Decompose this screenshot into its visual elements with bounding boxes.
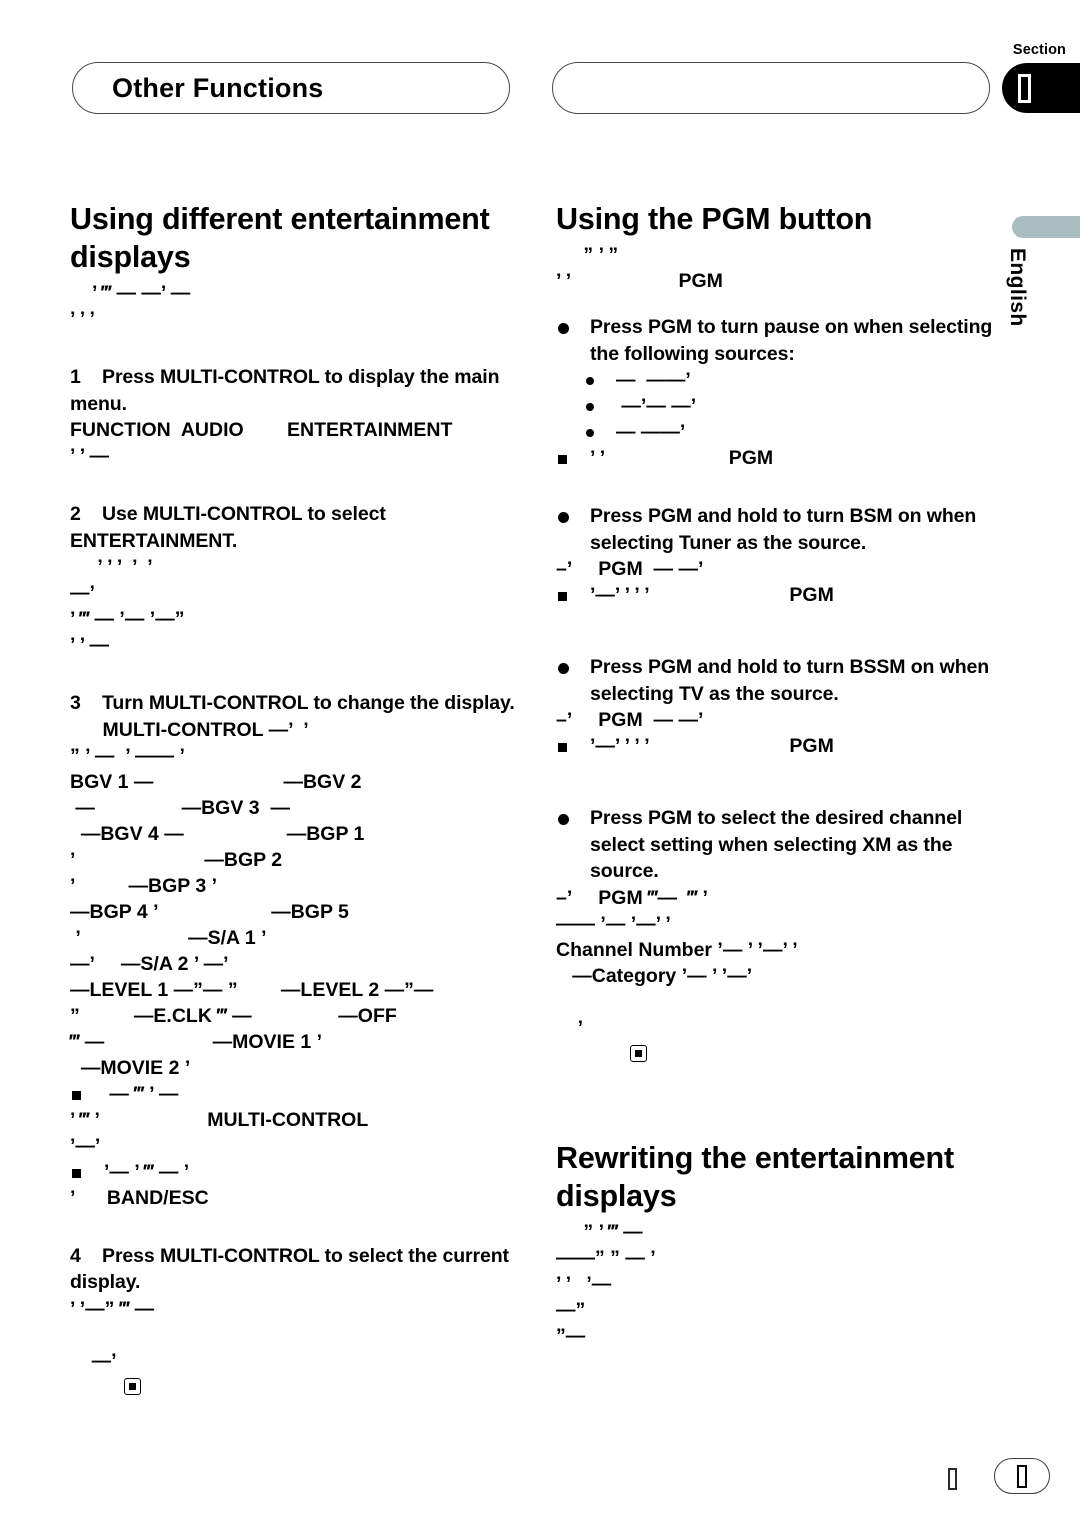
- pgm-item-4-detail-4: —Category ’— ’ ’—’: [556, 964, 753, 987]
- step-3-number: 3: [70, 692, 81, 714]
- rewriting-line-1: ” ’ ‴ —: [578, 1220, 643, 1243]
- page-title: Other Functions: [112, 73, 324, 103]
- pgm-intro-2: ’ ’ PGM: [556, 270, 723, 292]
- step-3-note-1-line-3: ’—’: [70, 1134, 101, 1157]
- pgm-item-4-end: ’: [556, 989, 1004, 1093]
- pgm-item-3-note-1: ’—’ ’ ’ ’ PGM: [556, 733, 1004, 759]
- step-1-text: Press MULTI-CONTROL to display the main …: [70, 366, 500, 415]
- rewriting-line-2: ——” ” — ’: [556, 1246, 656, 1269]
- step-3-note-1-line-2: ’ ‴ ’ MULTI-CONTROL: [70, 1108, 369, 1131]
- step-1: 1 Press MULTI-CONTROL to display the mai…: [70, 364, 518, 417]
- pgm-intro-1: ” ’ ”: [578, 244, 619, 266]
- footer-page-pill: [994, 1458, 1050, 1494]
- step-3-note-2-line-1: ’— ’ ‴ — ’: [70, 1159, 518, 1185]
- step-4-detail-2-text: —’: [91, 1349, 117, 1372]
- step-4-detail-1: ’ ’—” ‴ —: [70, 1297, 155, 1320]
- display-mode-10: ” —E.CLK ‴ — —OFF: [70, 1004, 397, 1027]
- display-mode-8: —’ —S/A 2 ’ —’: [70, 952, 229, 975]
- pgm-item-2: Press PGM and hold to turn BSM on when s…: [556, 503, 1004, 556]
- pgm-item-1: Press PGM to turn pause on when selectin…: [556, 314, 1004, 367]
- step-2-number: 2: [70, 503, 81, 525]
- end-marker-icon: [123, 1377, 141, 1395]
- section-label: Section: [1012, 42, 1066, 58]
- step-4: 4 Press MULTI-CONTROL to select the curr…: [70, 1243, 518, 1296]
- step-4-number: 4: [70, 1244, 81, 1267]
- display-mode-9: —LEVEL 1 —”— ” —LEVEL 2 —”—: [70, 978, 434, 1001]
- language-tab: [1012, 216, 1080, 238]
- rewriting-line-3: ’ ’ ’—: [556, 1272, 612, 1295]
- step-1-detail-1: FUNCTION AUDIO ENTERTAINMENT: [70, 419, 453, 441]
- section-number-glyph: [1018, 73, 1031, 103]
- step-1-number: 1: [70, 366, 81, 388]
- left-intro-glyph-1: ’ ‴ — —’ —: [92, 282, 191, 304]
- pgm-item-3: Press PGM and hold to turn BSSM on when …: [556, 654, 1004, 707]
- pgm-item-2-note-1: ’—’ ’ ’ ’ PGM: [556, 582, 1004, 608]
- pgm-item-4: Press PGM to select the desired channel …: [556, 805, 1004, 885]
- footer-glyph: [948, 1468, 957, 1490]
- display-mode-1: BGV 1 — —BGV 2: [70, 770, 362, 793]
- left-section-heading: Using different entertainment displays: [70, 202, 490, 274]
- pgm-item-4-end-text: ’: [577, 1016, 584, 1039]
- section-tab: [1002, 63, 1080, 113]
- display-mode-12: —MOVIE 2 ’: [70, 1056, 191, 1079]
- footer-page-number-glyph: [1017, 1464, 1027, 1488]
- right-column: Using the PGM button ” ’ ” ’ ’ PGM Press…: [556, 200, 1004, 1349]
- header-right-pill: [552, 62, 990, 114]
- step-1-detail-2: ’ ’ —: [70, 445, 110, 467]
- rewriting-line-4: —”: [556, 1298, 586, 1321]
- display-mode-7: ’ —S/A 1 ’: [70, 926, 267, 949]
- display-mode-2: — —BGV 3 —: [70, 796, 290, 819]
- step-2-detail-3: ’ ‴ — ’— ’—”: [70, 608, 185, 630]
- pgm-item-4-detail-3: Channel Number ’— ’ ’—’ ’: [556, 938, 798, 961]
- step-3-detail-1: MULTI-CONTROL —’ ’: [70, 718, 309, 741]
- step-3-detail-2: ” ’ — ’ —— ’: [70, 744, 185, 767]
- step-3-note-1-line-1: — ‴ ’ —: [70, 1081, 518, 1107]
- step-2-detail-1: ’ ’ ’ ’ ’: [92, 556, 153, 578]
- step-2: 2 Use MULTI-CONTROL to select ENTERTAINM…: [70, 501, 518, 554]
- left-intro-glyph-2: ’ ’ ’: [70, 308, 95, 330]
- display-mode-4: ’ —BGP 2: [70, 848, 283, 871]
- pgm-section-heading: Using the PGM button: [556, 202, 873, 236]
- pgm-item-1-sub-3: — ——’: [556, 419, 1004, 445]
- step-2-detail-2: —’: [70, 582, 95, 604]
- step-3-text: Turn MULTI-CONTROL to change the display…: [102, 692, 515, 714]
- pgm-item-4-detail-2: —— ’— ’—’ ’: [556, 912, 671, 935]
- display-mode-6: —BGP 4 ’ —BGP 5: [70, 900, 349, 923]
- step-4-detail-2: —’: [70, 1322, 518, 1426]
- display-mode-3: —BGV 4 — —BGP 1: [70, 822, 365, 845]
- pgm-item-1-sub-2: —’— —’: [556, 393, 1004, 419]
- step-2-text: Use MULTI-CONTROL to select ENTERTAINMEN…: [70, 503, 386, 552]
- rewriting-section-heading: Rewriting the entertainment displays: [556, 1140, 954, 1213]
- pgm-item-1-sub-1: — ——’: [556, 367, 1004, 393]
- pgm-item-4-detail-1: –’ PGM ‴— ‴ ’: [556, 886, 708, 909]
- end-marker-icon-2: [629, 1044, 647, 1062]
- step-2-detail-4: ’ ’ —: [70, 634, 110, 656]
- rewriting-line-5: ”—: [556, 1324, 586, 1347]
- left-column: Using different entertainment displays ’…: [70, 200, 518, 1426]
- pgm-item-2-detail-1: –’ PGM — —’: [556, 558, 704, 580]
- pgm-item-3-detail-1: –’ PGM — —’: [556, 709, 704, 731]
- step-3-note-2-line-2: ’ BAND/ESC: [70, 1186, 209, 1209]
- step-4-text: Press MULTI-CONTROL to select the curren…: [70, 1244, 509, 1294]
- step-3: 3 Turn MULTI-CONTROL to change the displ…: [70, 690, 518, 717]
- language-label: English: [1006, 248, 1029, 327]
- display-mode-11: ‴ — —MOVIE 1 ’: [70, 1030, 323, 1053]
- pgm-item-1-note-1: ’ ’ PGM: [556, 445, 1004, 471]
- display-mode-5: ’ —BGP 3 ’: [70, 874, 218, 897]
